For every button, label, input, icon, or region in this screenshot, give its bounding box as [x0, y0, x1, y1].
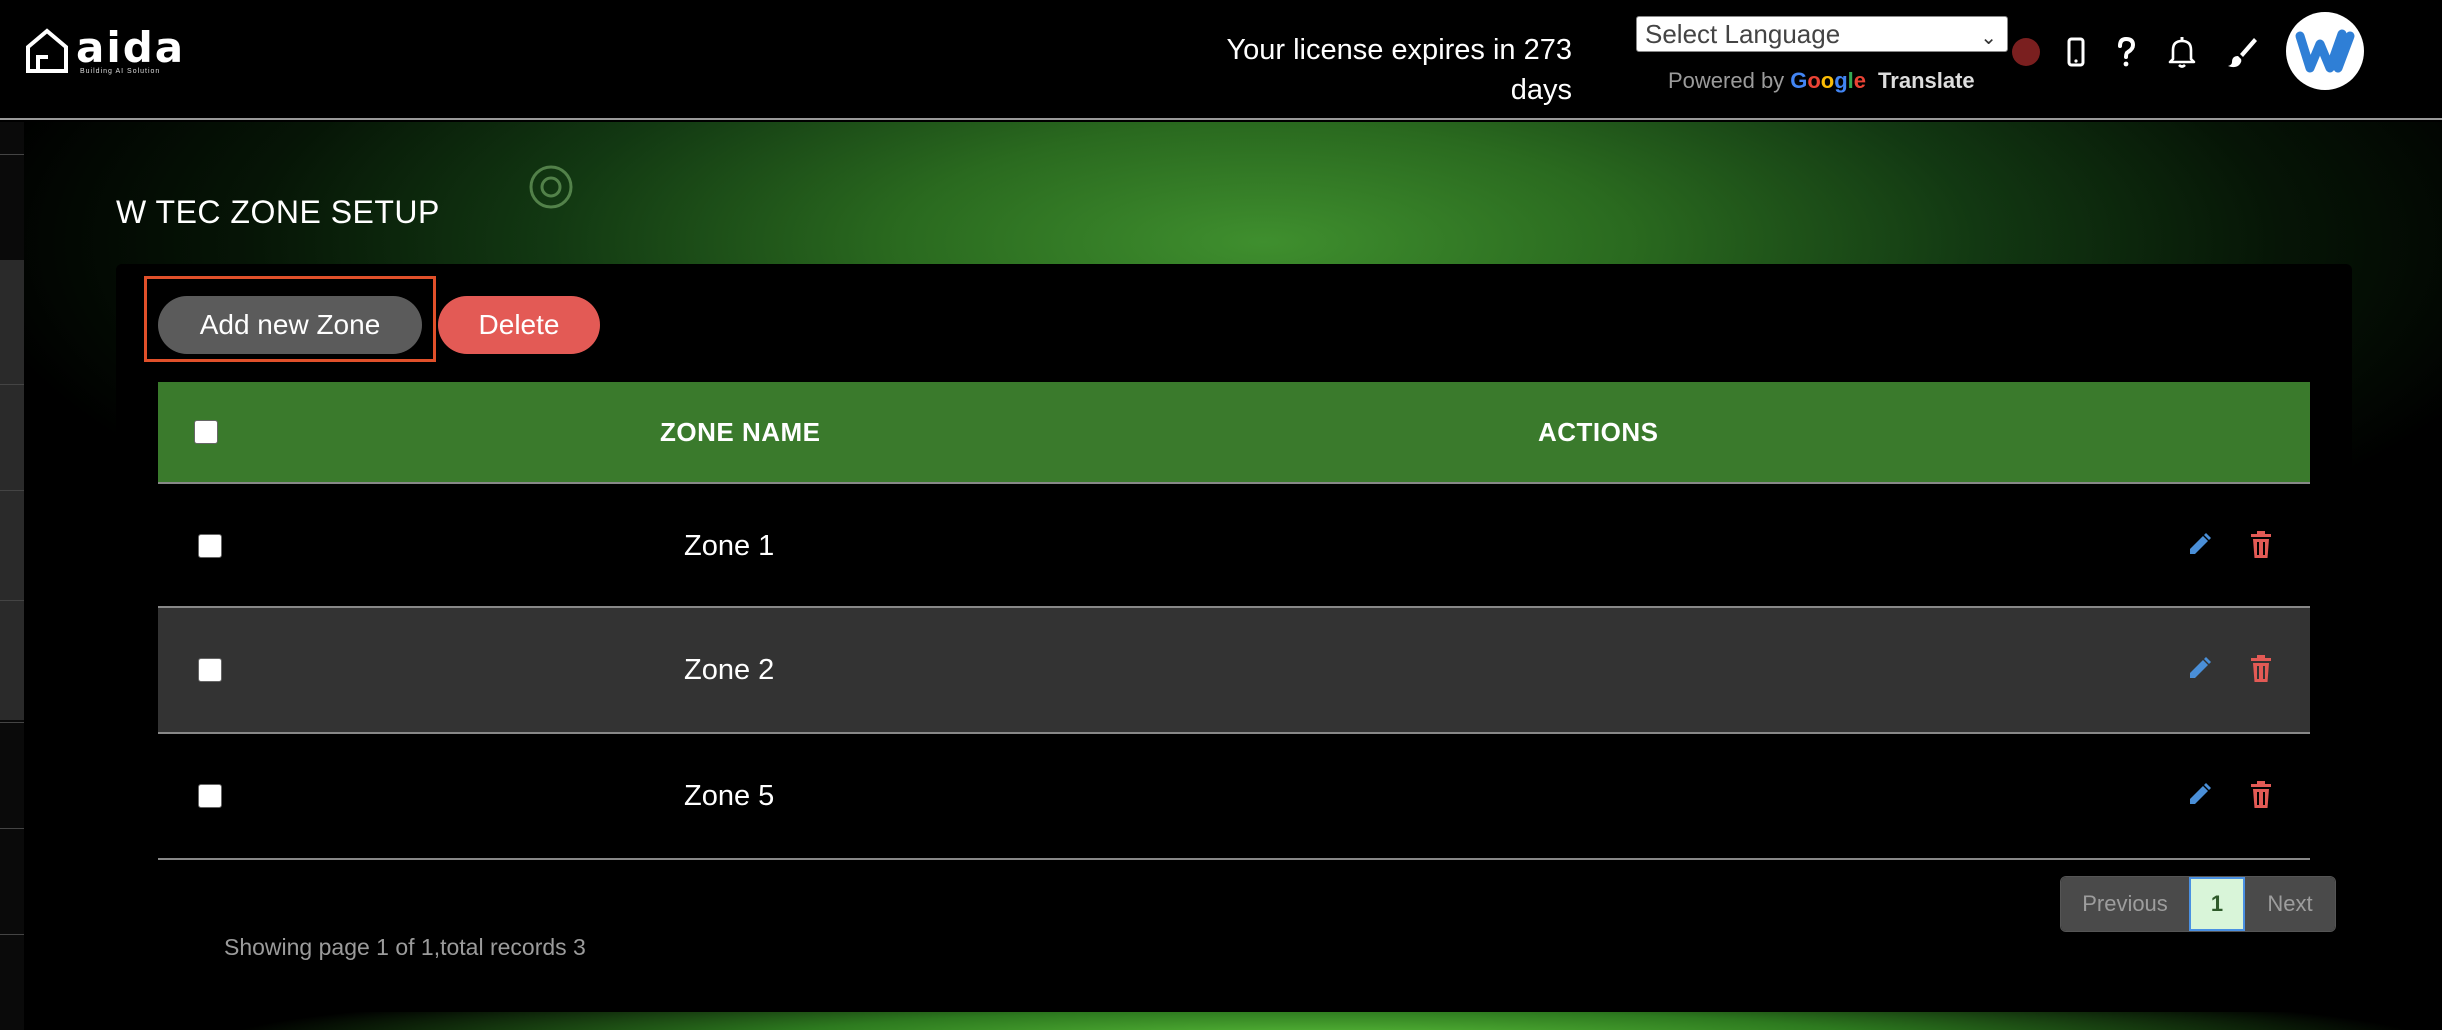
zone-setup-card: Add new Zone Delete ZONE NAME ACTIONS Zo… — [116, 264, 2352, 1012]
google-logo: Google — [1790, 68, 1867, 93]
table-header: ZONE NAME ACTIONS — [158, 382, 2310, 482]
pagination-next-button[interactable]: Next — [2245, 877, 2335, 931]
trash-icon[interactable] — [2248, 780, 2274, 810]
sidebar-divider — [0, 600, 24, 601]
edit-pencil-icon[interactable] — [2184, 654, 2214, 684]
column-header-actions: ACTIONS — [1538, 417, 1659, 447]
sidebar-divider — [0, 934, 24, 935]
sidebar-divider — [0, 490, 24, 491]
table-row: Zone 5 — [158, 734, 2310, 860]
sidebar-divider — [0, 828, 24, 829]
top-header: aida Building AI Solution Your license e… — [0, 0, 2442, 120]
page-title: W TEC ZONE SETUP — [116, 194, 440, 230]
pagination-summary: Showing page 1 of 1,total records 3 — [224, 934, 586, 960]
row-checkbox[interactable] — [198, 658, 222, 682]
brush-icon[interactable] — [2224, 34, 2260, 70]
zone-name-cell: Zone 2 — [684, 654, 775, 686]
pagination: Previous 1 Next — [2060, 876, 2336, 932]
translate-link[interactable]: Translate — [1878, 68, 1975, 94]
pagination-previous-button[interactable]: Previous — [2061, 877, 2189, 931]
trash-icon[interactable] — [2248, 530, 2274, 560]
decorative-ring-icon — [529, 165, 573, 209]
edit-pencil-icon[interactable] — [2184, 780, 2214, 810]
language-select-value: Select Language — [1645, 19, 1841, 49]
language-select[interactable]: Select Language ⌄ — [1636, 16, 2008, 52]
zones-table: ZONE NAME ACTIONS Zone 1 Zone 2 Zone 5 — [158, 382, 2310, 860]
row-checkbox[interactable] — [198, 784, 222, 808]
column-header-zone-name: ZONE NAME — [660, 417, 821, 447]
select-all-checkbox[interactable] — [194, 420, 218, 444]
mobile-icon[interactable] — [2058, 34, 2094, 70]
row-checkbox[interactable] — [198, 534, 222, 558]
table-row: Zone 1 — [158, 482, 2310, 608]
user-avatar[interactable] — [2286, 12, 2364, 90]
sidebar-divider — [0, 722, 24, 723]
google-translate-attribution: Powered by Google Translate — [1668, 68, 1975, 94]
w-tec-logo-icon — [2295, 29, 2355, 73]
logo-text: aida — [76, 22, 186, 72]
zone-name-cell: Zone 1 — [684, 530, 775, 562]
chevron-down-icon: ⌄ — [1980, 27, 1997, 49]
house-logo-icon — [26, 28, 68, 73]
help-icon[interactable] — [2108, 34, 2144, 70]
collapsed-sidebar — [0, 122, 24, 1030]
bell-icon[interactable] — [2164, 34, 2200, 70]
main-content: W TEC ZONE SETUP Add new Zone Delete ZON… — [24, 122, 2442, 1030]
connection-status-dot — [2012, 38, 2040, 66]
add-new-zone-button[interactable]: Add new Zone — [158, 296, 422, 354]
sidebar-divider — [0, 384, 24, 385]
license-expiry-text: Your license expires in 273 days — [1226, 34, 1572, 106]
logo-tagline: Building AI Solution — [80, 67, 161, 75]
table-row: Zone 2 — [158, 608, 2310, 734]
delete-button[interactable]: Delete — [438, 296, 600, 354]
sidebar-divider — [0, 154, 24, 155]
trash-icon[interactable] — [2248, 654, 2274, 684]
edit-pencil-icon[interactable] — [2184, 530, 2214, 560]
powered-by-label: Powered by — [1668, 68, 1785, 93]
aida-logo[interactable]: aida Building AI Solution — [24, 24, 185, 78]
pagination-page-button[interactable]: 1 — [2189, 877, 2245, 931]
zone-name-cell: Zone 5 — [684, 780, 775, 812]
